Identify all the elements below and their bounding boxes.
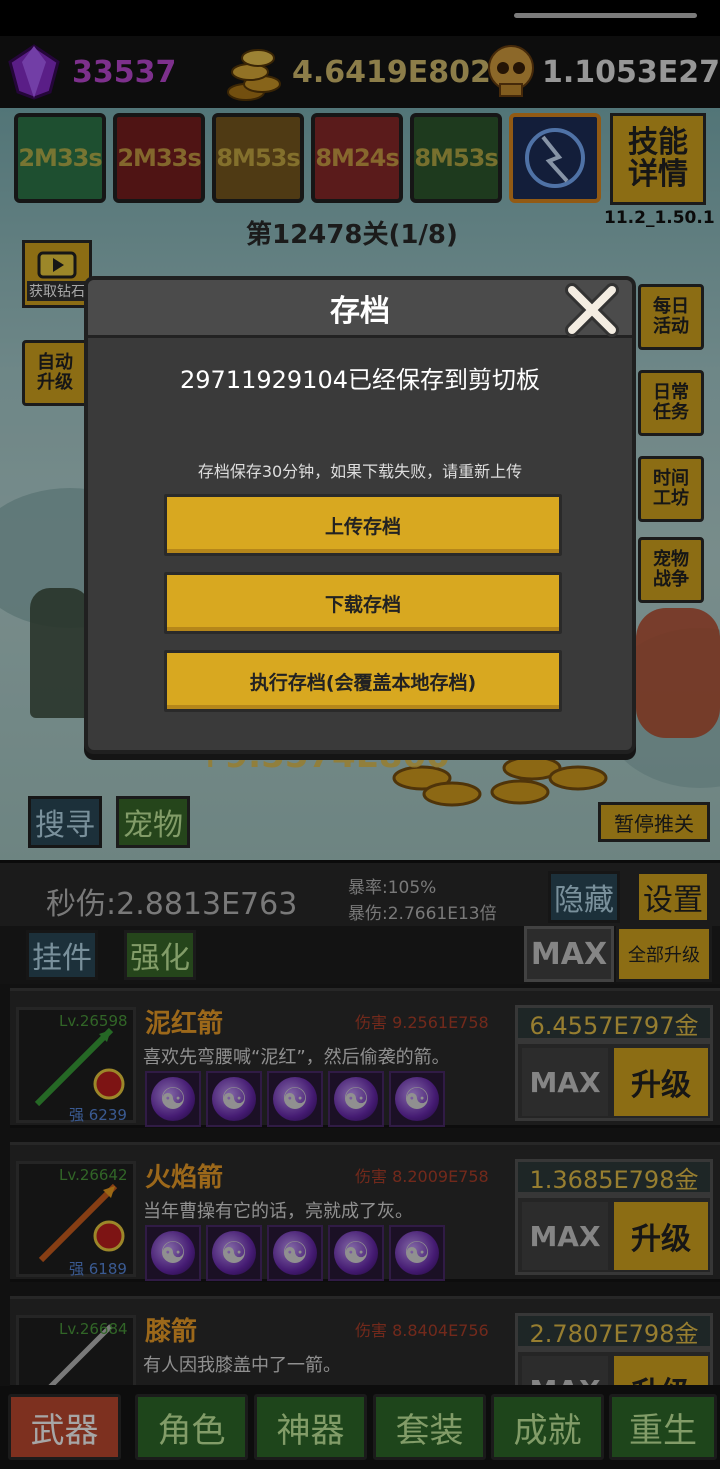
download-save-button[interactable]: 下载存档: [164, 572, 562, 634]
close-icon[interactable]: [564, 282, 620, 338]
save-dialog: 存档 29711929104已经保存到剪切板 存档保存30分钟，如果下载失败，请…: [84, 276, 636, 754]
dialog-title: 存档: [88, 280, 632, 338]
upload-save-button[interactable]: 上传存档: [164, 494, 562, 556]
save-note: 存档保存30分钟，如果下载失败，请重新上传: [197, 462, 523, 481]
save-message: 29711929104已经保存到剪切板: [180, 366, 540, 394]
game-screen: { "resources": {"diamonds": "33537", "go…: [0, 0, 720, 1469]
execute-save-button[interactable]: 执行存档(会覆盖本地存档): [164, 650, 562, 712]
